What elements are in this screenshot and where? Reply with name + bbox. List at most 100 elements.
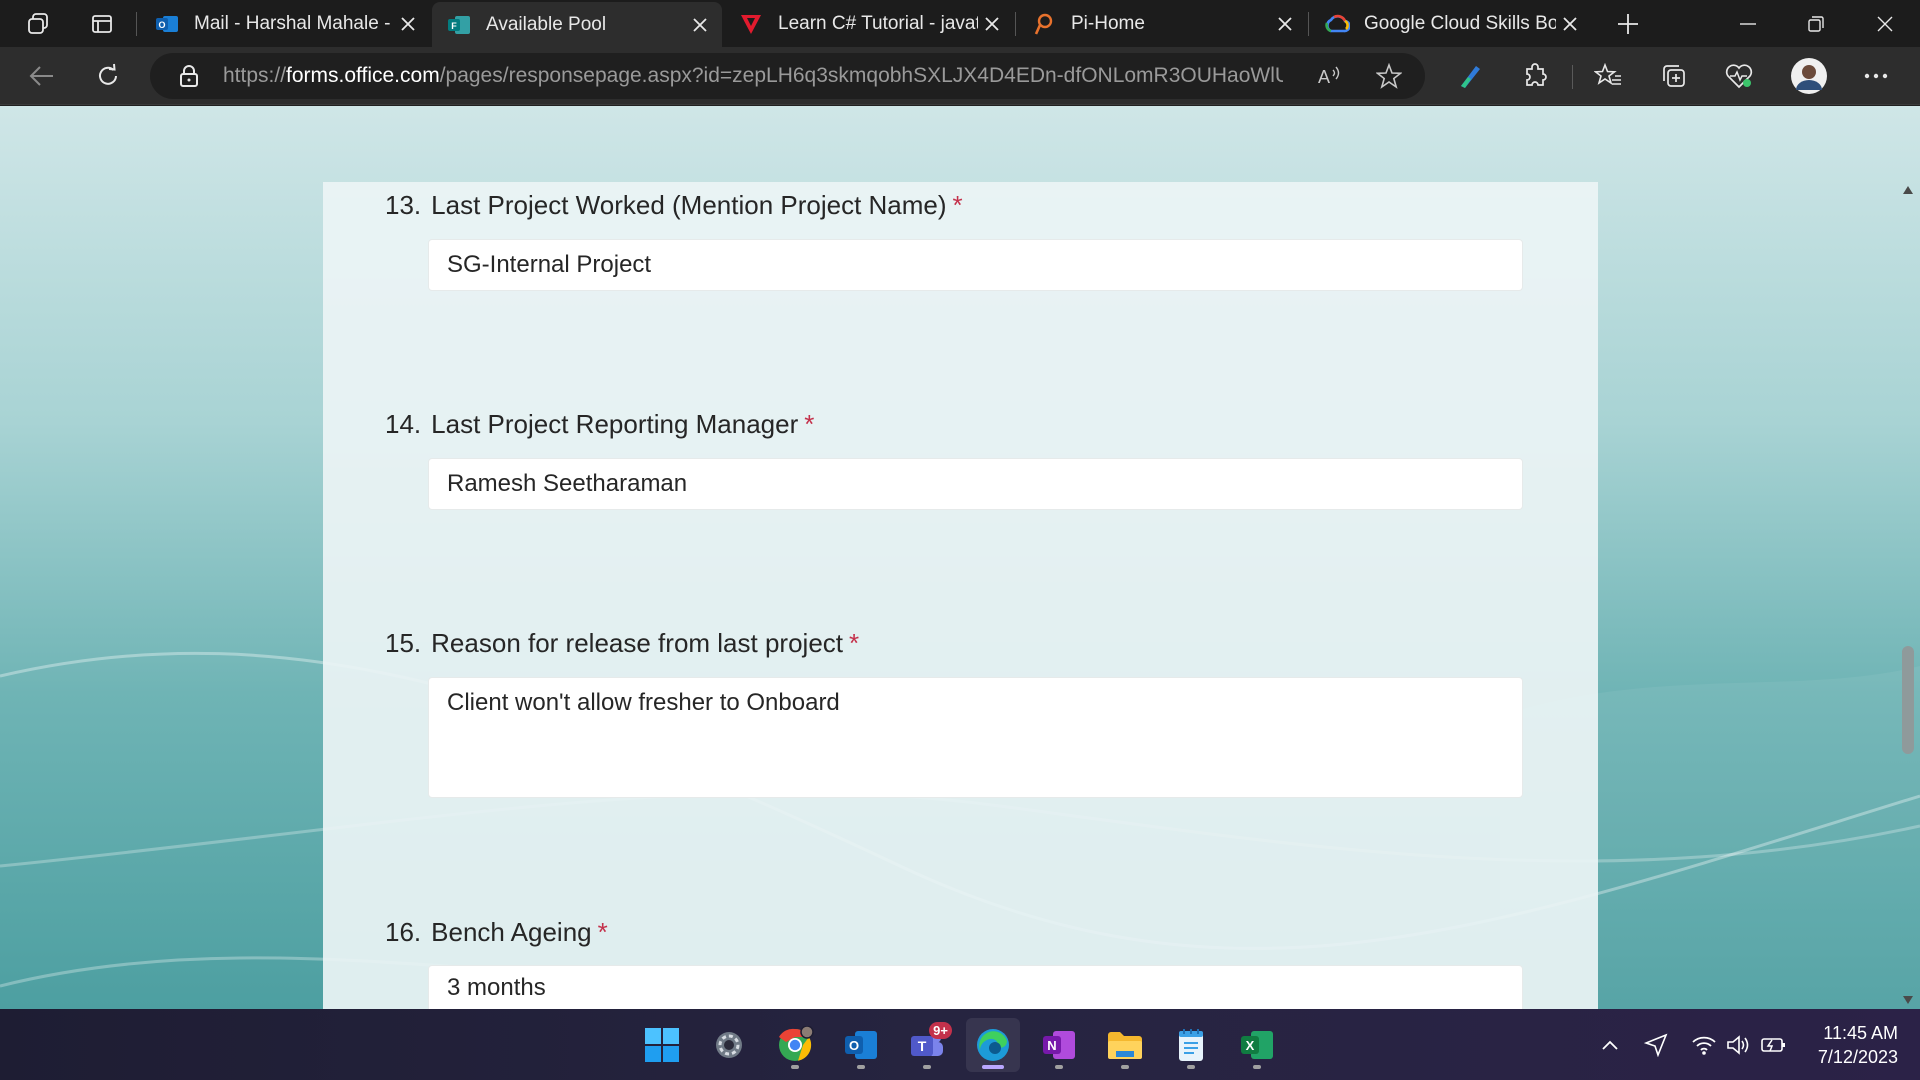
tab-title: Google Cloud Skills Boos [1364,12,1556,34]
teams-icon[interactable]: T 9+ [900,1018,954,1072]
taskbar: O T 9+ N X 11:45 AM 7/12/2023 [0,1009,1920,1080]
svg-text:F: F [451,21,457,31]
running-indicator [1187,1065,1195,1069]
page-viewport: 13. Last Project Worked (Mention Project … [0,106,1920,1009]
minimize-icon[interactable] [1715,0,1781,47]
running-indicator [857,1065,865,1069]
location-icon[interactable] [1642,1031,1670,1059]
tab-title: Pi-Home [1071,12,1145,34]
page-scrollbar[interactable] [1896,182,1920,1009]
more-options-icon[interactable] [1858,58,1894,94]
required-asterisk: * [952,190,963,220]
form-card: 13. Last Project Worked (Mention Project … [323,182,1598,1009]
system-clock[interactable]: 11:45 AM 7/12/2023 [1818,1021,1898,1069]
clock-time: 11:45 AM [1823,1023,1898,1043]
favorites-icon[interactable] [1590,58,1626,94]
settings-icon[interactable] [702,1018,756,1072]
tab-title: Available Pool [486,13,607,35]
pi-icon [1031,11,1057,37]
question-16-label: 16. Bench Ageing * [385,917,608,948]
notification-badge: 9+ [929,1022,952,1039]
wifi-icon[interactable] [1690,1031,1718,1059]
close-window-icon[interactable] [1852,0,1918,47]
tab-available-pool[interactable]: F Available Pool [432,2,722,47]
question-text: Last Project Reporting Manager [431,409,799,439]
question-15-label: 15. Reason for release from last project * [385,628,859,659]
close-icon[interactable] [1271,10,1299,38]
address-bar[interactable]: https://forms.office.com/pages/responsep… [150,53,1425,99]
javatpoint-icon [738,11,764,37]
svg-text:O: O [849,1038,859,1053]
excel-icon[interactable]: X [1230,1018,1284,1072]
scrollbar-thumb[interactable] [1902,646,1914,754]
tab-title: Mail - Harshal Mahale - ( [194,12,394,34]
question-number: 16. [385,917,422,947]
collections-icon[interactable] [1656,58,1692,94]
browser-essentials-icon[interactable] [1721,58,1757,94]
running-indicator [1055,1065,1063,1069]
question-13-answer-input[interactable]: SG-Internal Project [428,239,1523,291]
navigation-bar: https://forms.office.com/pages/responsep… [0,47,1920,105]
windows-start-icon[interactable] [635,1018,689,1072]
battery-icon[interactable] [1760,1031,1788,1059]
question-number: 15. [385,628,422,658]
question-16-answer-input[interactable]: 3 months [428,965,1523,1009]
tab-pi-home[interactable]: Pi-Home [1017,0,1307,47]
url-text[interactable]: https://forms.office.com/pages/responsep… [223,64,1283,88]
tab-mail[interactable]: O Mail - Harshal Mahale - ( [140,0,430,47]
lock-icon[interactable] [174,61,204,91]
svg-text:N: N [1047,1038,1056,1053]
running-indicator [1121,1065,1129,1069]
google-cloud-icon [1324,11,1350,37]
question-15-answer-textarea[interactable]: Client won't allow fresher to Onboard [428,677,1523,798]
svg-text:O: O [158,20,165,30]
close-icon[interactable] [1556,10,1584,38]
question-text: Reason for release from last project [431,628,844,658]
close-icon[interactable] [394,10,422,38]
question-14-answer-input[interactable]: Ramesh Seetharaman [428,458,1523,510]
restore-icon[interactable] [1783,0,1849,47]
favorite-star-icon[interactable] [1374,61,1404,91]
svg-text:X: X [1246,1038,1255,1053]
question-text: Last Project Worked (Mention Project Nam… [431,190,947,220]
svg-text:T: T [918,1038,927,1054]
clock-date: 7/12/2023 [1817,1047,1898,1067]
required-asterisk: * [804,409,815,439]
profile-avatar[interactable] [1790,57,1828,95]
designer-extension-icon[interactable] [1452,58,1488,94]
required-asterisk: * [597,917,608,947]
scroll-up-icon[interactable] [1902,184,1914,196]
tab-google-cloud[interactable]: Google Cloud Skills Boos [1310,0,1592,47]
onenote-icon[interactable]: N [1032,1018,1086,1072]
toolbar-separator [1572,65,1573,89]
refresh-icon[interactable] [90,58,126,94]
file-explorer-icon[interactable] [1098,1018,1152,1072]
question-13-label: 13. Last Project Worked (Mention Project … [385,190,963,221]
url-scheme: https:// [223,64,287,87]
close-icon[interactable] [686,11,714,39]
chrome-icon[interactable] [768,1018,822,1072]
running-indicator [1253,1065,1261,1069]
back-icon[interactable] [24,58,60,94]
volume-icon[interactable] [1724,1031,1752,1059]
active-indicator [982,1065,1004,1069]
chevron-up-icon[interactable] [1596,1031,1624,1059]
tab-separator [1308,12,1309,36]
read-aloud-icon[interactable]: A [1314,61,1344,91]
question-text: Bench Ageing [431,917,592,947]
notepad-icon[interactable] [1164,1018,1218,1072]
outlook-icon[interactable]: O [834,1018,888,1072]
edge-icon[interactable] [966,1018,1020,1072]
extensions-icon[interactable] [1518,58,1554,94]
new-tab-icon[interactable] [1612,8,1644,40]
tab-separator [136,12,137,36]
url-host: forms.office.com [286,64,440,87]
tab-learn-csharp[interactable]: Learn C# Tutorial - javatp [724,0,1014,47]
url-path: /pages/responsepage.aspx?id=zepLH6q3skmq… [439,64,1283,87]
close-icon[interactable] [978,10,1006,38]
workspaces-icon[interactable] [22,8,54,40]
running-indicator [791,1065,799,1069]
tab-strip: O Mail - Harshal Mahale - ( F Available … [0,0,1920,47]
tab-actions-icon[interactable] [86,8,118,40]
scroll-down-icon[interactable] [1902,994,1914,1006]
